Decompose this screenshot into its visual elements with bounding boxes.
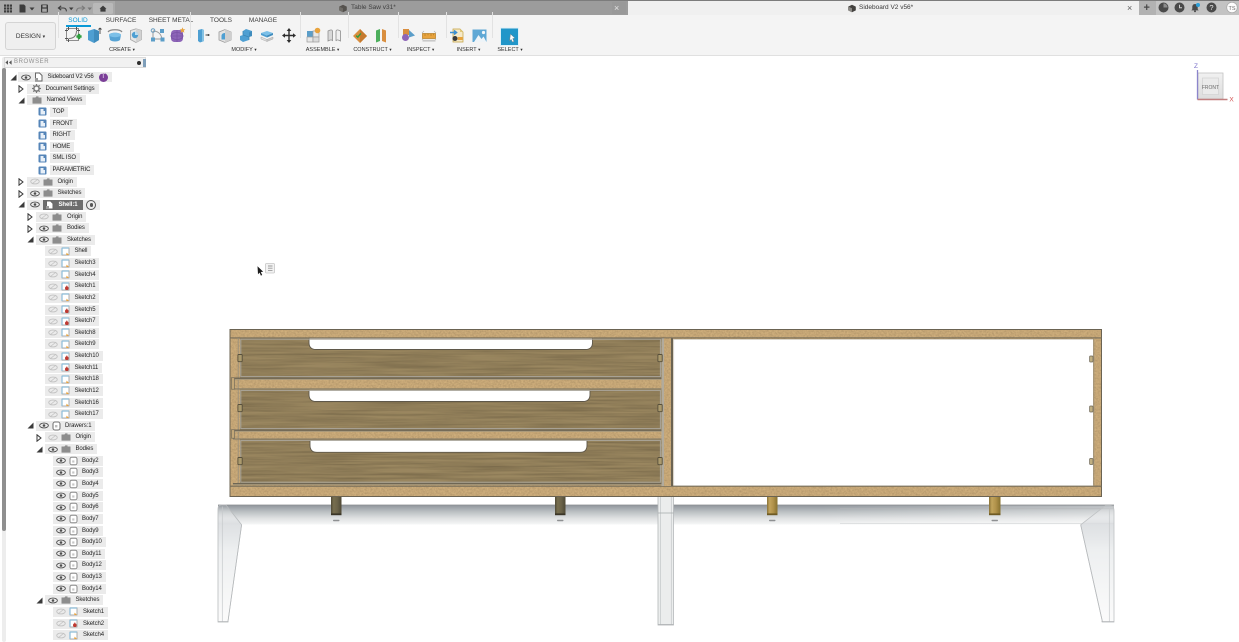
- svg-text:X: X: [1229, 97, 1234, 104]
- svg-text:?: ?: [1209, 3, 1213, 12]
- svg-text:Z: Z: [1194, 63, 1198, 70]
- svg-text:TS: TS: [1228, 6, 1235, 12]
- svg-text:FRONT: FRONT: [1202, 85, 1219, 91]
